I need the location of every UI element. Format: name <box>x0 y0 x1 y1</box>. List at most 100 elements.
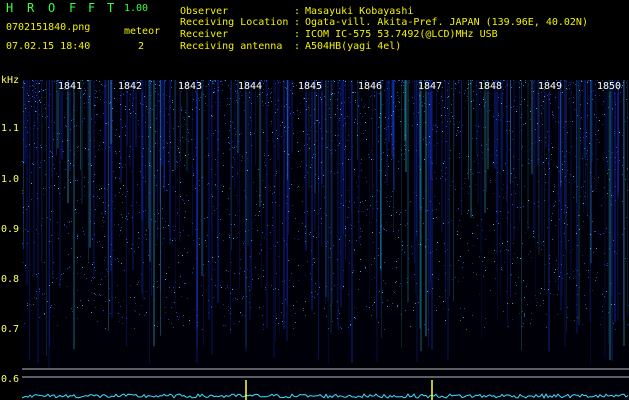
noise-speckle <box>464 183 465 184</box>
noise-speckle <box>120 230 121 231</box>
noise-streak <box>415 80 416 295</box>
noise-speckle <box>360 231 361 232</box>
noise-speckle <box>97 196 98 197</box>
noise-speckle <box>125 135 126 136</box>
noise-streak <box>80 80 81 171</box>
noise-speckle <box>240 268 241 269</box>
noise-speckle <box>570 84 571 85</box>
noise-speckle <box>179 287 180 288</box>
noise-streak <box>351 80 352 213</box>
noise-speckle <box>112 120 113 121</box>
noise-speckle <box>88 262 89 263</box>
noise-speckle <box>331 94 332 95</box>
noise-speckle <box>267 140 268 141</box>
noise-speckle <box>193 173 194 174</box>
noise-speckle <box>191 139 192 140</box>
noise-speckle <box>143 177 144 178</box>
noise-speckle <box>555 225 556 226</box>
noise-streak <box>81 80 83 204</box>
noise-speckle <box>91 119 92 120</box>
noise-speckle <box>155 177 156 178</box>
noise-speckle <box>53 164 54 165</box>
noise-speckle <box>22 243 23 244</box>
noise-speckle <box>58 188 59 189</box>
noise-speckle <box>42 114 43 115</box>
noise-speckle <box>360 259 361 260</box>
noise-speckle <box>460 308 461 309</box>
noise-speckle <box>54 185 55 186</box>
noise-speckle <box>412 97 413 98</box>
noise-speckle <box>163 227 164 228</box>
noise-speckle <box>54 122 55 123</box>
noise-streak <box>69 80 71 172</box>
noise-speckle <box>232 122 233 123</box>
noise-speckle <box>511 274 512 275</box>
noise-speckle <box>105 328 106 329</box>
noise-speckle <box>145 165 146 166</box>
noise-speckle <box>405 210 406 211</box>
noise-speckle <box>37 128 38 129</box>
noise-speckle <box>293 328 294 329</box>
noise-speckle <box>479 172 480 173</box>
noise-speckle <box>514 253 515 254</box>
noise-speckle <box>551 154 552 155</box>
noise-speckle <box>67 268 68 269</box>
noise-speckle <box>44 160 45 161</box>
noise-speckle <box>597 139 598 140</box>
noise-speckle <box>85 148 86 149</box>
noise-speckle <box>192 223 193 224</box>
noise-speckle <box>148 112 149 113</box>
noise-speckle <box>360 113 361 114</box>
noise-speckle <box>345 81 346 82</box>
noise-speckle <box>587 115 588 116</box>
noise-streak <box>506 80 507 202</box>
noise-speckle <box>84 274 85 275</box>
noise-speckle <box>263 89 264 90</box>
noise-speckle <box>203 264 204 265</box>
noise-speckle <box>284 127 285 128</box>
noise-speckle <box>537 123 538 124</box>
noise-speckle <box>398 116 399 117</box>
noise-speckle <box>407 245 408 246</box>
noise-speckle <box>405 88 406 89</box>
noise-speckle <box>307 261 308 262</box>
noise-speckle <box>149 165 150 166</box>
noise-speckle <box>443 308 444 309</box>
noise-speckle <box>263 324 264 325</box>
noise-speckle <box>567 307 568 308</box>
noise-speckle <box>99 294 100 295</box>
noise-speckle <box>42 80 43 81</box>
noise-streak <box>291 80 293 153</box>
noise-speckle <box>622 234 623 235</box>
noise-speckle <box>386 129 387 130</box>
noise-speckle <box>175 282 176 283</box>
noise-speckle <box>332 140 333 141</box>
noise-speckle <box>538 206 539 207</box>
noise-speckle <box>318 178 319 179</box>
noise-speckle <box>333 273 334 274</box>
noise-speckle <box>225 123 226 124</box>
noise-speckle <box>409 80 410 81</box>
noise-speckle <box>237 102 238 103</box>
noise-speckle <box>149 87 150 88</box>
noise-speckle <box>425 246 426 247</box>
noise-speckle <box>614 135 615 136</box>
noise-speckle <box>305 226 306 227</box>
noise-speckle <box>203 85 204 86</box>
noise-speckle <box>64 187 65 188</box>
noise-speckle <box>496 150 497 151</box>
noise-speckle <box>354 249 355 250</box>
noise-speckle <box>518 277 519 278</box>
noise-speckle <box>362 231 363 232</box>
noise-speckle <box>421 209 422 210</box>
noise-speckle <box>159 85 160 86</box>
noise-speckle <box>379 191 380 192</box>
noise-speckle <box>285 87 286 88</box>
noise-speckle <box>612 109 613 110</box>
noise-speckle <box>194 309 195 310</box>
noise-speckle <box>110 102 111 103</box>
noise-speckle <box>473 100 474 101</box>
noise-speckle <box>442 131 443 132</box>
noise-speckle <box>569 152 570 153</box>
noise-speckle <box>286 153 287 154</box>
